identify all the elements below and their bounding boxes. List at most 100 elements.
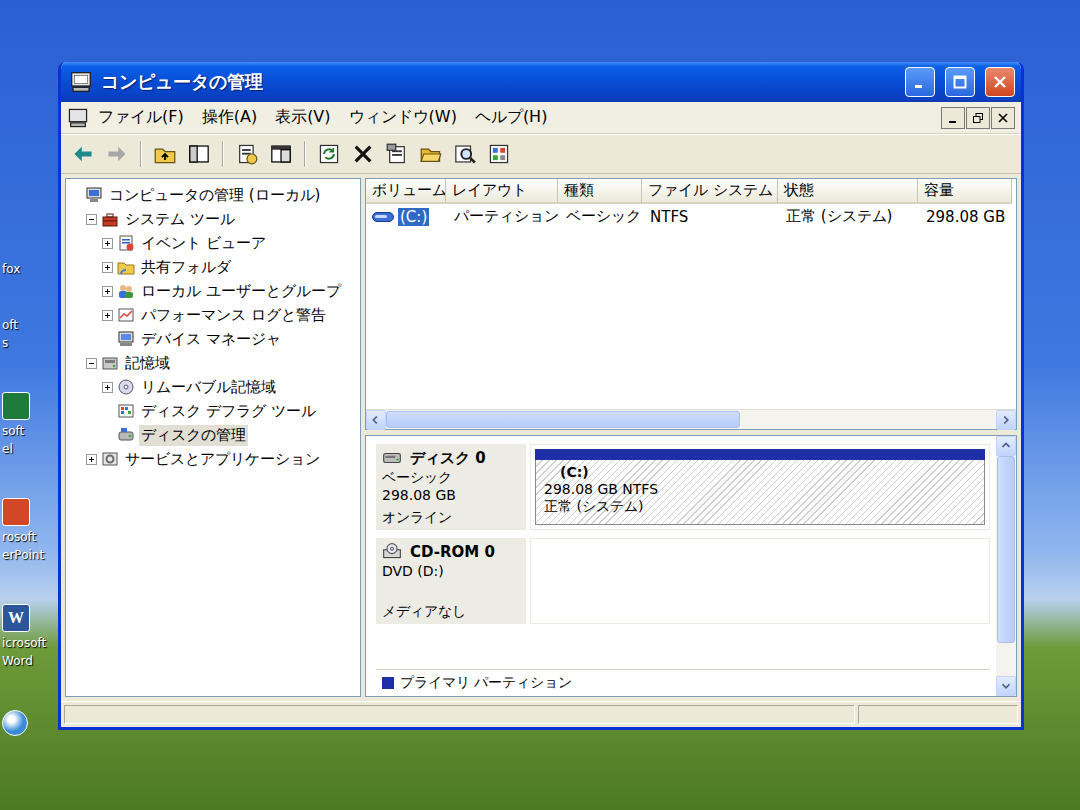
app-icon: W (2, 604, 30, 632)
desktop-icon[interactable] (2, 710, 58, 736)
up-folder-button[interactable] (149, 138, 181, 170)
desktop-icon[interactable]: fox (2, 262, 58, 276)
column-header[interactable]: 状態 (778, 179, 918, 204)
settings-icon (488, 143, 510, 165)
minimize-button[interactable] (905, 67, 935, 97)
tree-item[interactable]: ローカル ユーザーとグループ (68, 279, 358, 303)
vertical-scrollbar[interactable] (996, 436, 1016, 696)
open-button[interactable] (415, 138, 447, 170)
collapse-icon[interactable] (86, 358, 97, 369)
scroll-up-button[interactable] (996, 436, 1016, 456)
show-tree-button[interactable] (183, 138, 215, 170)
partition[interactable]: (C:)298.08 GB NTFS正常 (システム) (535, 449, 985, 525)
legend-swatch (382, 677, 394, 689)
close-button[interactable] (985, 67, 1015, 97)
forward-button[interactable] (101, 138, 133, 170)
menu-item[interactable]: 表示(V) (266, 104, 339, 131)
scroll-track[interactable] (386, 410, 996, 429)
disk-detail: DVD (D:) (382, 562, 520, 580)
forward-icon (106, 143, 128, 165)
expand-icon[interactable] (102, 238, 113, 249)
tree-item[interactable]: システム ツール (68, 207, 358, 231)
delete-button[interactable] (347, 138, 379, 170)
column-header[interactable]: 種類 (558, 179, 642, 204)
properties-button[interactable] (381, 138, 413, 170)
delete-icon (352, 143, 374, 165)
expand-icon[interactable] (102, 310, 113, 321)
tree-item-label: リムーバブル記憶域 (139, 377, 278, 398)
column-header[interactable]: ファイル システム (642, 179, 778, 204)
back-button[interactable] (67, 138, 99, 170)
settings-button[interactable] (483, 138, 515, 170)
help-button[interactable] (231, 138, 263, 170)
title-bar[interactable]: コンピュータの管理 (61, 62, 1021, 102)
scroll-thumb[interactable] (997, 456, 1015, 643)
tree-item[interactable]: 共有フォルダ (68, 255, 358, 279)
disk-name: ディスク 0 (382, 448, 520, 468)
expand-icon[interactable] (86, 454, 97, 465)
disk-info: ディスク 0ベーシック298.08 GBオンライン (376, 444, 526, 530)
scroll-right-button[interactable] (996, 410, 1016, 430)
desktop-icon[interactable]: ofts (2, 318, 58, 350)
tree-item[interactable]: リムーバブル記憶域 (68, 375, 358, 399)
tree-item[interactable]: ディスクの管理 (68, 423, 358, 447)
desktop-icon[interactable]: rosofterPoint (2, 498, 58, 562)
child-minimize-button[interactable] (941, 107, 965, 129)
disk-view: ディスク 0ベーシック298.08 GBオンライン(C:)298.08 GB N… (365, 435, 1017, 697)
scroll-down-button[interactable] (996, 676, 1016, 696)
toolbar (61, 134, 1021, 174)
console-menu-icon[interactable] (67, 107, 89, 129)
refresh-button[interactable] (313, 138, 345, 170)
minimize-icon (947, 112, 959, 124)
close-icon (997, 112, 1009, 124)
console-icon (270, 143, 292, 165)
menu-item[interactable]: 操作(A) (193, 104, 266, 131)
app-icon (2, 710, 28, 736)
disk-detail: 298.08 GB (382, 486, 520, 504)
console-button[interactable] (265, 138, 297, 170)
table-cell: ベーシック (558, 204, 642, 229)
maximize-button[interactable] (945, 67, 975, 97)
child-close-button[interactable] (991, 107, 1015, 129)
properties-icon (386, 143, 408, 165)
partition-area: (C:)298.08 GB NTFS正常 (システム) (530, 444, 990, 530)
volume-table: ボリュームレイアウト種類ファイル システム状態容量(C:)パーティションベーシッ… (366, 179, 1016, 409)
table-row[interactable]: (C:)パーティションベーシックNTFS正常 (システム)298.08 GB (366, 204, 1016, 229)
cd-drive-icon (382, 542, 402, 562)
disk-row[interactable]: ディスク 0ベーシック298.08 GBオンライン(C:)298.08 GB N… (376, 444, 990, 530)
tree-item[interactable]: ディスク デフラグ ツール (68, 399, 358, 423)
desktop-icon[interactable]: softel (2, 392, 58, 456)
legend-item: プライマリ パーティション (382, 674, 572, 692)
tree-item[interactable]: 記憶域 (68, 351, 358, 375)
expand-icon[interactable] (102, 286, 113, 297)
column-header[interactable]: 容量 (918, 179, 1012, 204)
window: コンピュータの管理ファイル(F)操作(A)表示(V)ウィンドウ(W)ヘルプ(H)… (58, 62, 1024, 730)
menu-item[interactable]: ファイル(F) (89, 104, 193, 131)
column-header[interactable]: ボリューム (366, 179, 446, 204)
tree-item[interactable]: イベント ビューア (68, 231, 358, 255)
menu-item[interactable]: ヘルプ(H) (466, 104, 557, 131)
horizontal-scrollbar[interactable] (366, 409, 1016, 429)
tree-item-label: ディスク デフラグ ツール (139, 401, 318, 422)
find-button[interactable] (449, 138, 481, 170)
tree-pane: コンピュータの管理 (ローカル)システム ツールイベント ビューア共有フォルダロ… (65, 178, 361, 697)
desktop-icon[interactable]: WicrosoftWord (2, 604, 58, 668)
legend: プライマリ パーティション (376, 669, 990, 696)
tree-item[interactable]: コンピュータの管理 (ローカル) (68, 183, 358, 207)
tree-item[interactable]: サービスとアプリケーション (68, 447, 358, 471)
column-header[interactable]: レイアウト (446, 179, 558, 204)
scroll-track[interactable] (996, 456, 1016, 676)
tree-item-label: イベント ビューア (139, 233, 268, 254)
expand-icon[interactable] (102, 262, 113, 273)
expand-icon[interactable] (102, 382, 113, 393)
child-restore-button[interactable] (966, 107, 990, 129)
maximize-icon (953, 75, 967, 89)
tree-item[interactable]: パフォーマンス ログと警告 (68, 303, 358, 327)
disk-row[interactable]: CD-ROM 0DVD (D:)メディアなし (376, 538, 990, 624)
scroll-thumb[interactable] (386, 411, 740, 428)
scroll-left-button[interactable] (366, 410, 386, 430)
tree-item[interactable]: デバイス マネージャ (68, 327, 358, 351)
menu-item[interactable]: ウィンドウ(W) (340, 104, 466, 131)
collapse-icon[interactable] (86, 214, 97, 225)
tree-item-label: システム ツール (123, 209, 237, 230)
